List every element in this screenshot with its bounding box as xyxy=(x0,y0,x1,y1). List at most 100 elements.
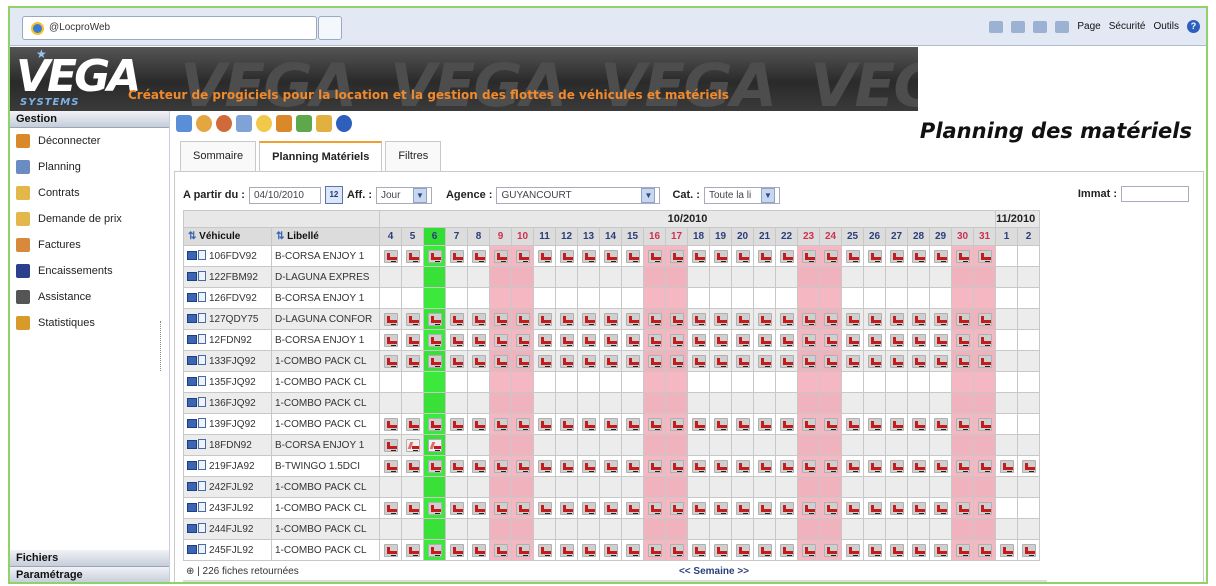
day-cell[interactable] xyxy=(621,329,644,351)
day-cell[interactable] xyxy=(731,266,754,288)
booking-icon[interactable] xyxy=(471,354,486,368)
day-cell[interactable] xyxy=(709,476,732,498)
day-cell[interactable] xyxy=(401,308,424,330)
booking-icon[interactable] xyxy=(911,459,926,473)
day-cell[interactable] xyxy=(423,371,446,393)
booking-icon[interactable] xyxy=(955,333,970,347)
booking-icon[interactable] xyxy=(845,333,860,347)
booking-icon[interactable] xyxy=(713,501,728,515)
contract-icon[interactable] xyxy=(187,545,197,554)
booking-icon[interactable] xyxy=(669,249,684,263)
day-cell[interactable] xyxy=(533,497,556,519)
booking-icon[interactable] xyxy=(867,501,882,515)
vehicle-cell[interactable]: 136FJQ92 xyxy=(183,392,272,414)
day-cell[interactable] xyxy=(709,245,732,267)
booking-icon[interactable] xyxy=(845,501,860,515)
day-cell[interactable] xyxy=(907,434,930,456)
day-cell[interactable] xyxy=(929,497,952,519)
day-cell[interactable] xyxy=(379,266,402,288)
booking-icon[interactable] xyxy=(801,333,816,347)
day-cell[interactable] xyxy=(445,518,468,540)
booking-icon[interactable] xyxy=(735,249,750,263)
booking-icon[interactable] xyxy=(405,249,420,263)
horizontal-scrollbar[interactable] xyxy=(183,580,1047,582)
booking-icon[interactable] xyxy=(933,417,948,431)
day-cell[interactable] xyxy=(731,476,754,498)
booking-icon[interactable] xyxy=(823,333,838,347)
day-cell[interactable] xyxy=(797,455,820,477)
day-cell[interactable] xyxy=(401,413,424,435)
day-cell[interactable] xyxy=(555,518,578,540)
day-cell[interactable] xyxy=(687,476,710,498)
booking-icon[interactable] xyxy=(603,501,618,515)
booking-icon[interactable] xyxy=(955,459,970,473)
vehicle-cell[interactable]: 127QDY75 xyxy=(183,308,272,330)
day-cell[interactable] xyxy=(621,308,644,330)
booking-icon[interactable] xyxy=(515,417,530,431)
day-cell[interactable] xyxy=(972,287,997,309)
booking-icon[interactable] xyxy=(779,501,794,515)
column-libelle[interactable]: ⇅ Libellé xyxy=(271,227,380,246)
day-cell[interactable] xyxy=(753,497,776,519)
day-cell[interactable] xyxy=(445,329,468,351)
day-cell[interactable] xyxy=(665,266,688,288)
day-cell[interactable] xyxy=(687,287,710,309)
day-cell[interactable] xyxy=(863,455,886,477)
day-cell[interactable] xyxy=(643,455,666,477)
vehicle-cell[interactable]: 122FBM92 xyxy=(183,266,272,288)
document-icon[interactable] xyxy=(316,115,332,132)
aff-select[interactable]: Jour ▼ xyxy=(375,186,432,204)
day-cell[interactable] xyxy=(577,371,600,393)
booking-icon[interactable] xyxy=(713,312,728,326)
booking-icon[interactable] xyxy=(933,312,948,326)
day-cell[interactable] xyxy=(709,518,732,540)
booking-icon[interactable] xyxy=(889,543,904,557)
booking-icon[interactable] xyxy=(383,417,398,431)
day-cell[interactable] xyxy=(423,539,446,561)
day-cell[interactable] xyxy=(489,434,512,456)
sidebar-item-contrats[interactable]: Contrats xyxy=(10,180,169,206)
booking-icon[interactable] xyxy=(933,501,948,515)
day-cell[interactable] xyxy=(423,350,446,372)
day-cell[interactable] xyxy=(929,539,952,561)
day-cell[interactable] xyxy=(885,245,908,267)
day-cell[interactable] xyxy=(995,434,1019,456)
day-cell[interactable] xyxy=(555,371,578,393)
day-cell[interactable] xyxy=(995,476,1019,498)
table-row[interactable]: 127QDY75 D-LAGUNA CONFOR xyxy=(183,308,1041,330)
booking-icon[interactable] xyxy=(581,459,596,473)
booking-icon[interactable] xyxy=(493,417,508,431)
day-cell[interactable] xyxy=(643,245,666,267)
day-cell[interactable] xyxy=(577,350,600,372)
booking-icon[interactable] xyxy=(823,312,838,326)
booking-icon[interactable] xyxy=(537,333,552,347)
day-cell[interactable] xyxy=(951,413,974,435)
day-cell[interactable] xyxy=(907,455,930,477)
day-cell[interactable] xyxy=(709,371,732,393)
help-icon[interactable]: ? xyxy=(1187,20,1200,33)
day-cell[interactable] xyxy=(489,539,512,561)
day-cell[interactable] xyxy=(1017,392,1041,414)
day-cell[interactable] xyxy=(885,371,908,393)
day-cell[interactable] xyxy=(621,413,644,435)
day-cell[interactable] xyxy=(885,476,908,498)
booking-icon[interactable] xyxy=(493,249,508,263)
booking-icon[interactable] xyxy=(405,312,420,326)
day-cell[interactable] xyxy=(445,245,468,267)
booking-icon[interactable] xyxy=(493,459,508,473)
day-cell[interactable] xyxy=(863,497,886,519)
day-cell[interactable] xyxy=(467,539,490,561)
day-cell[interactable] xyxy=(951,371,974,393)
day-cell[interactable] xyxy=(533,413,556,435)
day-cell[interactable] xyxy=(841,497,864,519)
day-cell[interactable] xyxy=(797,476,820,498)
day-cell[interactable] xyxy=(929,287,952,309)
booking-icon[interactable] xyxy=(889,459,904,473)
booking-icon[interactable] xyxy=(889,249,904,263)
contract-icon[interactable] xyxy=(187,398,197,407)
vehicle-cell[interactable]: 106FDV92 xyxy=(183,245,272,267)
day-cell[interactable] xyxy=(379,329,402,351)
day-cell[interactable] xyxy=(423,413,446,435)
day-cell[interactable] xyxy=(709,308,732,330)
booking-icon[interactable] xyxy=(779,543,794,557)
